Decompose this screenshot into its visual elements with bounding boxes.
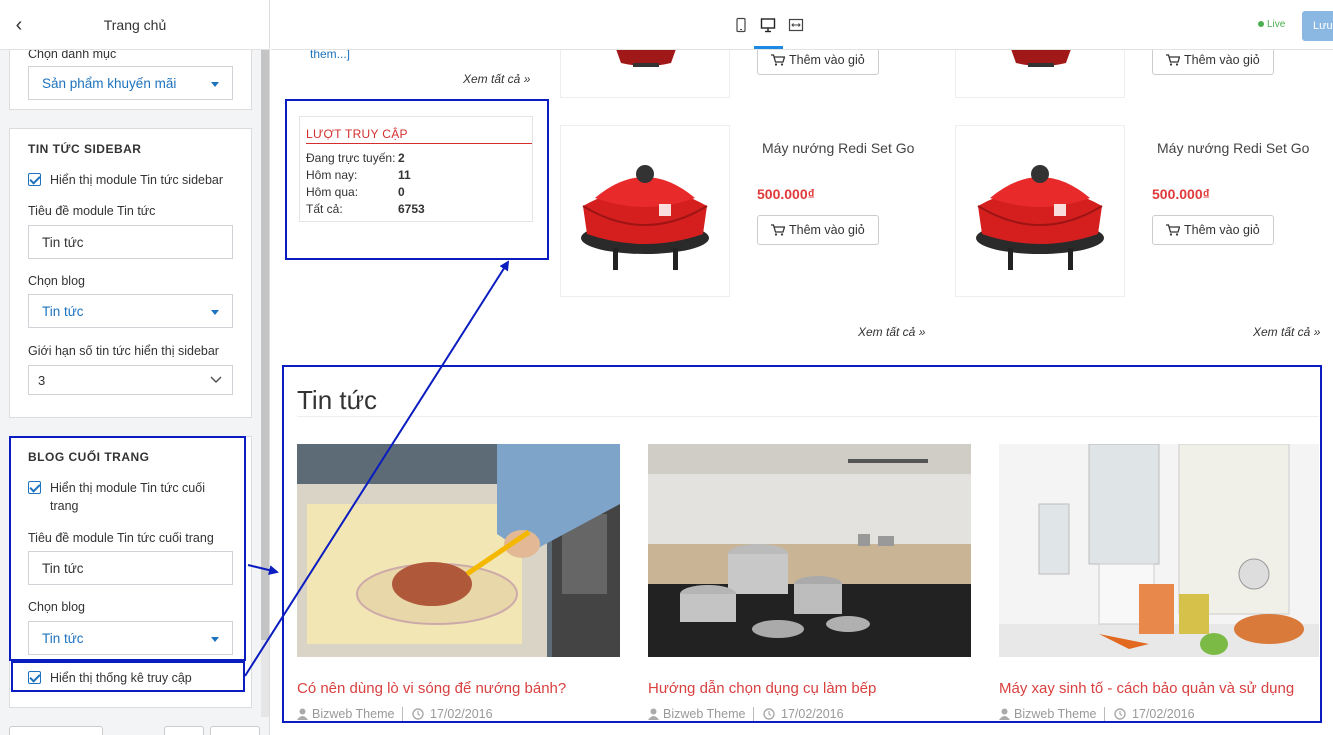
product-price: 500.000₫ — [1152, 186, 1210, 202]
mobile-device-icon[interactable] — [733, 17, 749, 33]
product-name[interactable]: Máy nướng Redi Set Go — [762, 140, 914, 156]
add-to-cart-label: Thêm vào giỏ — [1184, 53, 1260, 67]
news-sidebar-checkbox-label: Hiển thị module Tin tức sidebar — [50, 173, 224, 187]
add-to-cart-label: Thêm vào giỏ — [789, 53, 865, 67]
stats-checkbox-highlight — [11, 661, 245, 692]
fullwidth-icon[interactable] — [788, 17, 804, 33]
live-label: Live — [1267, 19, 1286, 30]
news-limit-value: 3 — [38, 373, 46, 388]
active-device-indicator — [754, 46, 783, 49]
see-all-link[interactable]: Xem tất cả » — [463, 72, 530, 86]
see-all-link[interactable]: Xem tất cả » — [1253, 325, 1320, 339]
category-select[interactable]: Sản phẩm khuyến mãi — [28, 66, 233, 100]
cart-icon — [1166, 224, 1180, 236]
scrollbar-thumb[interactable] — [261, 50, 269, 640]
sidebar-scrollbar[interactable] — [261, 50, 269, 717]
product-image — [581, 165, 709, 270]
news-sidebar-heading: TIN TỨC SIDEBAR — [28, 142, 142, 156]
add-to-cart-button[interactable]: Thêm vào giỏ — [1152, 50, 1274, 75]
footer-button[interactable] — [9, 726, 103, 735]
desktop-device-icon[interactable] — [760, 17, 776, 33]
news-limit-label: Giới hạn số tin tức hiển thị sidebar — [28, 344, 219, 358]
cart-icon — [1166, 54, 1180, 66]
product-card[interactable] — [560, 50, 730, 98]
add-to-cart-button[interactable]: Thêm vào giỏ — [1152, 215, 1274, 245]
caret-down-icon — [211, 82, 219, 87]
preview-topbar: Live Lưu — [271, 0, 1333, 50]
news-sidebar-card: TIN TỨC SIDEBAR Hiển thị module Tin tức … — [9, 128, 252, 418]
product-image — [616, 50, 676, 67]
save-button[interactable]: Lưu — [1302, 11, 1333, 41]
product-name[interactable]: Máy nướng Redi Set Go — [1157, 140, 1309, 156]
sidebar-header: ‹ Trang chủ — [0, 0, 269, 50]
news-blog-label: Chọn blog — [28, 274, 85, 288]
caret-down-icon — [211, 310, 219, 315]
product-card[interactable] — [955, 50, 1125, 98]
news-sidebar-checkbox[interactable]: Hiển thị module Tin tức sidebar — [28, 171, 238, 189]
news-blog-select[interactable]: Tin tức — [28, 294, 233, 328]
category-value: Sản phẩm khuyến mãi — [42, 76, 177, 91]
news-title-input[interactable]: Tin tức — [28, 225, 233, 259]
news-title-label: Tiêu đề module Tin tức — [28, 204, 156, 218]
cart-icon — [771, 54, 785, 66]
live-status-dot-icon — [1258, 21, 1264, 27]
product-card[interactable] — [955, 125, 1125, 297]
add-to-cart-button[interactable]: Thêm vào giỏ — [757, 215, 879, 245]
footer-button[interactable] — [210, 726, 260, 735]
add-to-cart-button[interactable]: Thêm vào giỏ — [757, 50, 879, 75]
read-more-link[interactable]: them...] — [310, 50, 350, 61]
news-limit-select[interactable]: 3 — [28, 365, 233, 395]
cart-icon — [771, 224, 785, 236]
news-section-highlight — [282, 365, 1322, 723]
blog-footer-highlight — [9, 436, 246, 661]
news-blog-value: Tin tức — [42, 304, 84, 319]
product-card[interactable] — [560, 125, 730, 297]
product-price: 500.000₫ — [757, 186, 815, 202]
store-preview: them...] Xem tất cả » Thêm vào giỏ Thêm … — [271, 50, 1333, 735]
footer-button[interactable] — [164, 726, 204, 735]
chevron-down-icon — [210, 376, 222, 384]
sidebar-title: Trang chủ — [103, 17, 167, 33]
add-to-cart-label: Thêm vào giỏ — [789, 223, 865, 237]
settings-sidebar: Chọn danh mục Sản phẩm khuyến mãi TIN TỨ… — [0, 0, 270, 735]
visit-stats-highlight — [285, 99, 549, 260]
product-image — [976, 165, 1104, 270]
add-to-cart-label: Thêm vào giỏ — [1184, 223, 1260, 237]
see-all-link[interactable]: Xem tất cả » — [858, 325, 925, 339]
checkbox-checked-icon[interactable] — [28, 173, 41, 186]
category-card: Chọn danh mục Sản phẩm khuyến mãi — [9, 40, 252, 110]
product-image — [1011, 50, 1071, 67]
news-title-value: Tin tức — [42, 235, 84, 250]
